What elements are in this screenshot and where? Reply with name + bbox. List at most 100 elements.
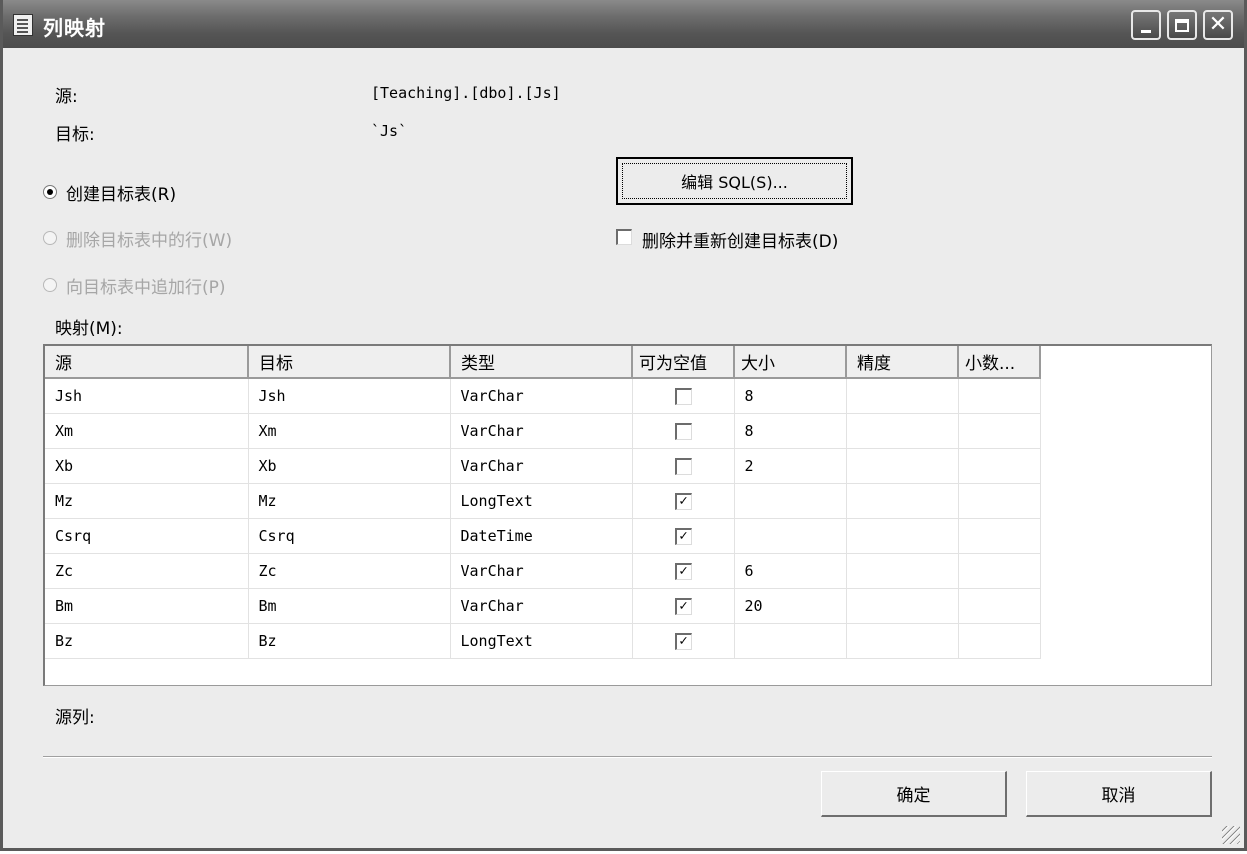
size-cell[interactable]: 8 <box>734 378 847 414</box>
table-row[interactable]: Bm Bm VarChar ✓ 20 <box>45 588 1041 624</box>
precision-cell[interactable] <box>846 413 959 449</box>
close-button[interactable]: ✕ <box>1203 10 1233 40</box>
size-cell[interactable] <box>734 518 847 554</box>
nullable-checkbox[interactable] <box>674 457 692 475</box>
size-cell[interactable] <box>734 483 847 519</box>
cancel-button[interactable]: 取消 <box>1026 771 1212 817</box>
scale-cell[interactable] <box>958 448 1041 484</box>
maximize-button[interactable] <box>1167 10 1197 40</box>
type-cell[interactable]: LongText <box>450 623 633 659</box>
source-cell[interactable]: Jsh <box>45 378 249 414</box>
mappings-grid[interactable]: 源 目标 类型 可为空值 大小 精度 小数... Jsh Jsh VarChar 8 X… <box>43 344 1212 686</box>
table-row[interactable]: Bz Bz LongText ✓ <box>45 623 1041 659</box>
source-value: [Teaching].[dbo].[Js] <box>371 84 561 102</box>
nullable-checkbox[interactable]: ✓ <box>674 492 692 510</box>
source-cell[interactable]: Zc <box>45 553 249 589</box>
precision-cell[interactable] <box>846 483 959 519</box>
type-cell[interactable]: LongText <box>450 483 633 519</box>
target-cell[interactable]: Csrq <box>248 518 451 554</box>
document-icon <box>13 14 33 36</box>
nullable-checkbox[interactable]: ✓ <box>674 597 692 615</box>
edit-sql-button[interactable]: 编辑 SQL(S)... <box>616 157 853 205</box>
scale-cell[interactable] <box>958 483 1041 519</box>
drop-recreate-label[interactable]: 删除并重新创建目标表(D) <box>642 227 838 252</box>
nullable-cell[interactable]: ✓ <box>632 623 735 659</box>
target-cell[interactable]: Mz <box>248 483 451 519</box>
scale-cell[interactable] <box>958 623 1041 659</box>
type-cell[interactable]: DateTime <box>450 518 633 554</box>
nullable-checkbox[interactable] <box>674 422 692 440</box>
append-rows-radio <box>43 278 57 292</box>
column-header[interactable]: 小数... <box>958 346 1041 379</box>
scale-cell[interactable] <box>958 588 1041 624</box>
scale-cell[interactable] <box>958 553 1041 589</box>
nullable-cell[interactable]: ✓ <box>632 588 735 624</box>
target-cell[interactable]: Xb <box>248 448 451 484</box>
create-table-radio[interactable] <box>43 185 57 199</box>
nullable-cell[interactable] <box>632 413 735 449</box>
nullable-cell[interactable]: ✓ <box>632 518 735 554</box>
maximize-icon <box>1175 18 1189 32</box>
target-cell[interactable]: Jsh <box>248 378 451 414</box>
table-row[interactable]: Csrq Csrq DateTime ✓ <box>45 518 1041 554</box>
type-cell[interactable]: VarChar <box>450 553 633 589</box>
minimize-button[interactable] <box>1131 10 1161 40</box>
type-cell[interactable]: VarChar <box>450 378 633 414</box>
source-cell[interactable]: Mz <box>45 483 249 519</box>
source-cell[interactable]: Xb <box>45 448 249 484</box>
column-header[interactable]: 源 <box>45 346 249 379</box>
create-table-label[interactable]: 创建目标表(R) <box>66 180 176 205</box>
column-header[interactable]: 目标 <box>248 346 451 379</box>
checkmark-icon: ✓ <box>679 527 688 544</box>
precision-cell[interactable] <box>846 448 959 484</box>
nullable-cell[interactable]: ✓ <box>632 553 735 589</box>
source-cell[interactable]: Csrq <box>45 518 249 554</box>
nullable-checkbox[interactable]: ✓ <box>674 562 692 580</box>
column-header[interactable]: 大小 <box>734 346 847 379</box>
ok-button[interactable]: 确定 <box>821 771 1007 817</box>
target-label: 目标: <box>55 125 95 145</box>
table-row[interactable]: Jsh Jsh VarChar 8 <box>45 378 1041 414</box>
nullable-checkbox[interactable]: ✓ <box>674 632 692 650</box>
size-cell[interactable]: 6 <box>734 553 847 589</box>
nullable-checkbox[interactable]: ✓ <box>674 527 692 545</box>
table-row[interactable]: Zc Zc VarChar ✓ 6 <box>45 553 1041 589</box>
nullable-cell[interactable] <box>632 448 735 484</box>
nullable-cell[interactable]: ✓ <box>632 483 735 519</box>
type-cell[interactable]: VarChar <box>450 448 633 484</box>
precision-cell[interactable] <box>846 553 959 589</box>
scale-cell[interactable] <box>958 518 1041 554</box>
precision-cell[interactable] <box>846 623 959 659</box>
resize-grip-icon[interactable] <box>1222 826 1240 844</box>
precision-cell[interactable] <box>846 588 959 624</box>
table-row[interactable]: Xb Xb VarChar 2 <box>45 448 1041 484</box>
column-header[interactable]: 类型 <box>450 346 633 379</box>
size-cell[interactable]: 8 <box>734 413 847 449</box>
source-cell[interactable]: Bm <box>45 588 249 624</box>
footer-divider <box>43 756 1212 758</box>
precision-cell[interactable] <box>846 378 959 414</box>
scale-cell[interactable] <box>958 413 1041 449</box>
precision-cell[interactable] <box>846 518 959 554</box>
size-cell[interactable] <box>734 623 847 659</box>
table-row[interactable]: Mz Mz LongText ✓ <box>45 483 1041 519</box>
drop-recreate-checkbox[interactable] <box>616 229 632 245</box>
nullable-cell[interactable] <box>632 378 735 414</box>
target-cell[interactable]: Zc <box>248 553 451 589</box>
table-row[interactable]: Xm Xm VarChar 8 <box>45 413 1041 449</box>
checkmark-icon: ✓ <box>679 597 688 614</box>
type-cell[interactable]: VarChar <box>450 413 633 449</box>
size-cell[interactable]: 20 <box>734 588 847 624</box>
target-cell[interactable]: Xm <box>248 413 451 449</box>
target-cell[interactable]: Bm <box>248 588 451 624</box>
nullable-checkbox[interactable] <box>674 387 692 405</box>
source-cell[interactable]: Bz <box>45 623 249 659</box>
type-cell[interactable]: VarChar <box>450 588 633 624</box>
source-cell[interactable]: Xm <box>45 413 249 449</box>
title-bar[interactable]: 列映射 ✕ <box>3 0 1244 48</box>
scale-cell[interactable] <box>958 378 1041 414</box>
target-cell[interactable]: Bz <box>248 623 451 659</box>
size-cell[interactable]: 2 <box>734 448 847 484</box>
column-header[interactable]: 精度 <box>846 346 959 379</box>
column-header[interactable]: 可为空值 <box>632 346 735 379</box>
